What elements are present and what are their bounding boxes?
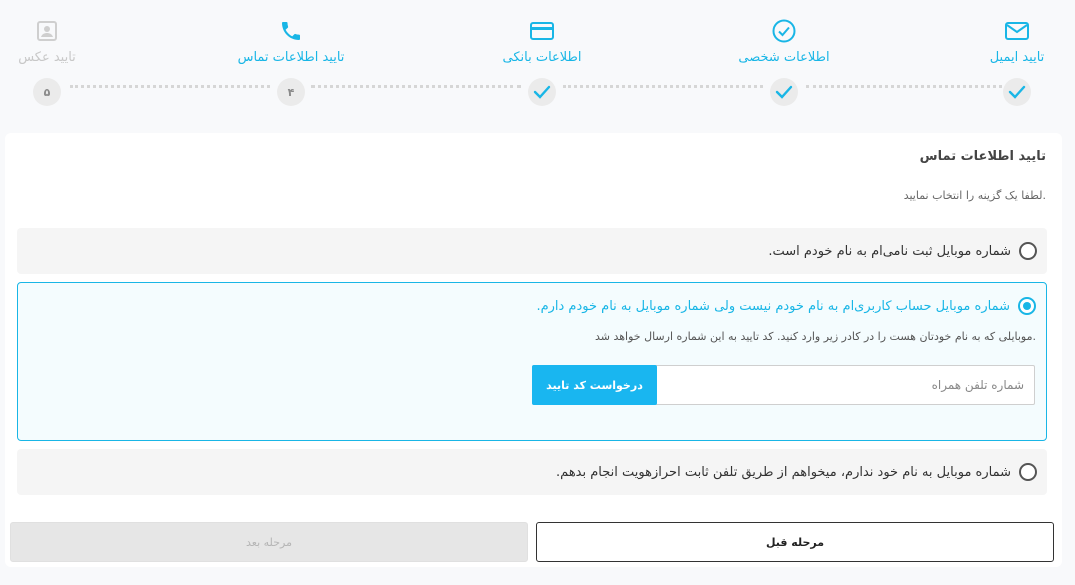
phone-icon [216, 16, 366, 46]
check-icon [1008, 85, 1026, 99]
credit-card-icon [467, 16, 617, 46]
request-code-button[interactable]: درخواست کد تایید [532, 365, 657, 405]
next-step-button[interactable]: مرحله بعد [10, 522, 528, 562]
step-photo-verification: تایید عکس ۵ [0, 16, 122, 106]
step-number: ۵ [33, 78, 61, 106]
option-own-registered-mobile[interactable]: شماره موبایل ثبت نامی‌ام به نام خودم است… [17, 228, 1047, 274]
radio-button[interactable] [1019, 242, 1037, 260]
step-personal-info: اطلاعات شخصی [709, 16, 859, 106]
phone-input-group: درخواست کد تایید [532, 365, 1035, 405]
step-label: اطلاعات بانکی [502, 50, 582, 65]
option-hint: موبایلی که به نام خودتان هست را در کادر … [594, 330, 1036, 343]
card-title: تایید اطلاعات تماس [919, 149, 1046, 164]
option-landline-verification[interactable]: شماره موبایل به نام خود ندارم، میخواهم ا… [17, 449, 1047, 495]
check-icon [775, 85, 793, 99]
card-subtitle: لطفا یک گزینه را انتخاب نمایید. [903, 189, 1046, 202]
previous-step-button[interactable]: مرحله قبل [536, 522, 1054, 562]
step-label: تایید عکس [18, 50, 76, 65]
radio-button[interactable] [1019, 463, 1037, 481]
step-check [528, 78, 556, 106]
stepper: تایید ایمیل اطلاعات شخصی اطلاعات بانکی ت… [0, 0, 1075, 110]
step-label: تایید ایمیل [989, 50, 1045, 65]
step-bank-info: اطلاعات بانکی [467, 16, 617, 106]
radio-button-selected[interactable] [1018, 297, 1036, 315]
check-circle-icon [709, 16, 859, 46]
mail-icon [942, 16, 1075, 46]
step-label: اطلاعات شخصی [738, 50, 830, 65]
check-icon [533, 85, 551, 99]
option-label: شماره موبایل ثبت نامی‌ام به نام خودم است… [768, 243, 1011, 259]
step-contact-verification: تایید اطلاعات تماس ۴ [216, 16, 366, 106]
step-check [1003, 78, 1031, 106]
option-label: شماره موبایل به نام خود ندارم، میخواهم ا… [556, 464, 1011, 480]
option-other-own-mobile[interactable]: شماره موبایل حساب کاربری‌ام به نام خودم … [17, 282, 1047, 441]
step-check [770, 78, 798, 106]
contact-verification-card: تایید اطلاعات تماس لطفا یک گزینه را انتخ… [5, 133, 1062, 567]
step-email-verification: تایید ایمیل [942, 16, 1075, 106]
step-number: ۴ [277, 78, 305, 106]
phone-input[interactable] [656, 366, 1034, 404]
portrait-icon [0, 16, 122, 46]
step-label: تایید اطلاعات تماس [237, 50, 345, 65]
option-label: شماره موبایل حساب کاربری‌ام به نام خودم … [536, 298, 1010, 314]
